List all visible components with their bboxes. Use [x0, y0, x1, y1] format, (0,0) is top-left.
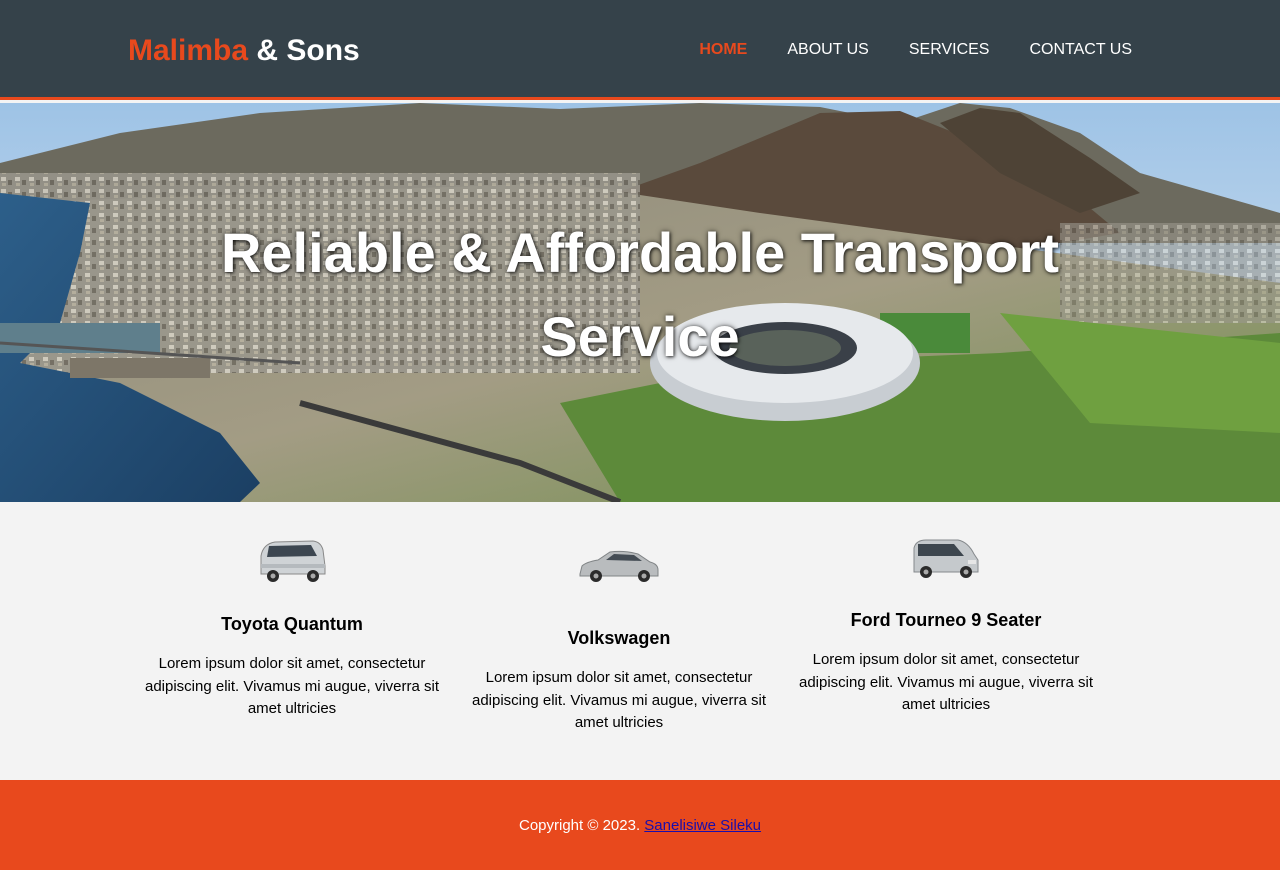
service-title: Ford Tourneo 9 Seater [850, 610, 1042, 630]
brand-highlight: Malimba [128, 34, 249, 67]
nav-about-link[interactable]: ABOUT US [787, 39, 869, 61]
site-header: Malimba & Sons HOME ABOUT US SERVICES CO… [0, 0, 1280, 100]
copyright-text: Copyright © 2023. Sanelisiwe Sileku [0, 816, 1280, 836]
author-link[interactable]: Sanelisiwe Sileku [644, 817, 761, 834]
van-icon [913, 539, 979, 578]
site-footer: Copyright © 2023. Sanelisiwe Sileku [0, 780, 1280, 870]
service-description: Lorem ipsum dolor sit amet, consectetur … [798, 651, 1094, 713]
service-description: Lorem ipsum dolor sit amet, consectetur … [144, 655, 440, 717]
brand-rest: & Sons [248, 34, 360, 67]
nav-services-link[interactable]: SERVICES [909, 39, 990, 61]
nav-contact-link[interactable]: CONTACT US [1029, 39, 1132, 61]
service-box: Volkswagen Lorem ipsum dolor sit amet, c… [469, 548, 769, 735]
hatchback-car-icon [579, 550, 659, 582]
hero-title: Reliable & Affordable Transport Service [220, 221, 1060, 368]
service-box: Ford Tourneo 9 Seater Lorem ipsum dolor … [796, 536, 1096, 717]
nav-home-link[interactable]: HOME [699, 39, 747, 61]
brand-logo[interactable]: Malimba & Sons [128, 32, 360, 70]
services-section: Toyota Quantum Lorem ipsum dolor sit ame… [0, 502, 1280, 780]
service-description: Lorem ipsum dolor sit amet, consectetur … [471, 669, 767, 731]
service-title: Toyota Quantum [221, 614, 363, 634]
service-title: Volkswagen [567, 628, 671, 648]
main-nav: HOME ABOUT US SERVICES CONTACT US [699, 39, 1132, 61]
service-box: Toyota Quantum Lorem ipsum dolor sit ame… [142, 536, 442, 721]
copyright-label: Copyright © 2023. [518, 817, 641, 834]
minibus-icon [260, 540, 326, 582]
hero-banner: Reliable & Affordable Transport Service [0, 103, 1280, 502]
